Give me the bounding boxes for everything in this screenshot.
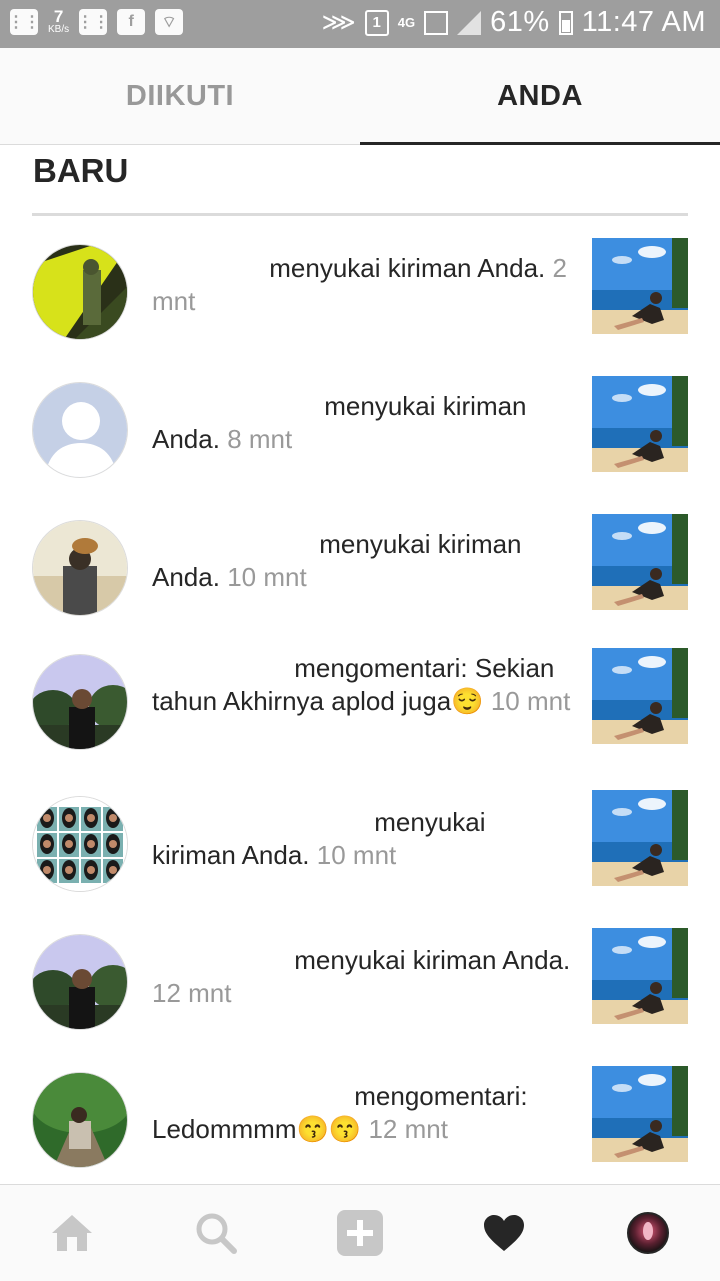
user-avatar[interactable] bbox=[32, 244, 128, 340]
tab-following[interactable]: DIIKUTI bbox=[0, 48, 360, 144]
network-speed: 7 KB/s bbox=[48, 8, 69, 35]
notification-message: menyukai kiriman Anda. bbox=[269, 253, 546, 283]
redacted-username[interactable] bbox=[152, 528, 312, 561]
notification-row[interactable]: menyukai kiriman Anda. 8 mnt bbox=[0, 376, 720, 514]
no-signal-icon bbox=[424, 10, 449, 35]
heart-icon bbox=[484, 1215, 524, 1251]
bottom-navigation bbox=[0, 1184, 720, 1281]
notification-text: mengomentari: Sekian tahun Akhirnya aplo… bbox=[152, 652, 572, 718]
redacted-username[interactable] bbox=[152, 806, 367, 839]
notification-time: 10 mnt bbox=[227, 562, 307, 592]
network-speed-value: 7 bbox=[53, 7, 64, 26]
user-avatar[interactable] bbox=[32, 1072, 128, 1168]
post-thumbnail[interactable] bbox=[592, 928, 688, 1024]
notification-text: menyukai kiriman Anda. 8 mnt bbox=[152, 390, 572, 456]
notification-row[interactable]: menyukai kiriman Anda. 10 mnt bbox=[0, 790, 720, 928]
nav-search[interactable] bbox=[144, 1185, 288, 1281]
notification-text: menyukai kiriman Anda. 10 mnt bbox=[152, 528, 572, 594]
post-thumbnail[interactable] bbox=[592, 514, 688, 610]
notification-time: 10 mnt bbox=[316, 840, 397, 870]
notification-text: menyukai kiriman Anda. 10 mnt bbox=[152, 806, 572, 872]
redacted-username[interactable] bbox=[152, 1080, 347, 1113]
home-icon bbox=[52, 1215, 92, 1251]
redacted-username[interactable] bbox=[152, 944, 287, 977]
notification-text: menyukai kiriman Anda. 2 mnt bbox=[152, 252, 572, 318]
facebook-icon: f bbox=[117, 8, 146, 35]
user-avatar[interactable] bbox=[32, 796, 128, 892]
notification-row[interactable]: menyukai kiriman Anda. 10 mnt bbox=[0, 514, 720, 652]
status-bar: ⋮⋮ 7 KB/s ⋮⋮ f ⌔ ⋙ 1 4G 61% 11:47 AM bbox=[0, 0, 720, 48]
nav-home[interactable] bbox=[0, 1185, 144, 1281]
redacted-username[interactable] bbox=[152, 652, 287, 685]
notification-text: menyukai kiriman Anda. 12 mnt bbox=[152, 944, 572, 1010]
redacted-username[interactable] bbox=[152, 390, 317, 423]
tab-you[interactable]: ANDA bbox=[360, 48, 720, 145]
redacted-username[interactable] bbox=[152, 252, 262, 285]
profile-avatar bbox=[627, 1212, 669, 1254]
nav-profile[interactable] bbox=[576, 1185, 720, 1281]
notification-time: 10 mnt bbox=[490, 686, 571, 716]
add-icon bbox=[337, 1210, 383, 1256]
nav-activity[interactable] bbox=[432, 1185, 576, 1281]
post-thumbnail[interactable] bbox=[592, 1066, 688, 1162]
post-thumbnail[interactable] bbox=[592, 790, 688, 886]
user-avatar[interactable] bbox=[32, 654, 128, 750]
wifi-notification-icon: ⌔ bbox=[155, 8, 184, 35]
nav-add[interactable] bbox=[288, 1185, 432, 1281]
post-thumbnail[interactable] bbox=[592, 238, 688, 334]
bbm-icon: ⋮⋮ bbox=[77, 8, 109, 35]
vibrate-icon: ⋙ bbox=[321, 9, 356, 36]
user-avatar[interactable] bbox=[32, 934, 128, 1030]
section-title: BARU bbox=[33, 152, 129, 189]
clock: 11:47 AM bbox=[581, 6, 706, 38]
notification-time: 12 mnt bbox=[152, 978, 232, 1008]
user-avatar[interactable] bbox=[32, 520, 128, 616]
notification-time: 12 mnt bbox=[368, 1114, 448, 1144]
battery-percent: 61% bbox=[490, 6, 550, 38]
post-thumbnail[interactable] bbox=[592, 376, 688, 472]
post-thumbnail[interactable] bbox=[592, 648, 688, 744]
notification-row[interactable]: menyukai kiriman Anda. 2 mnt bbox=[0, 238, 720, 376]
network-type-label: 4G bbox=[397, 15, 416, 30]
network-speed-unit: KB/s bbox=[48, 24, 70, 35]
notification-text: mengomentari: Ledommmm😙😙 12 mnt bbox=[152, 1080, 572, 1146]
signal-icon bbox=[457, 10, 482, 35]
sim-slot-icon: 1 bbox=[364, 9, 389, 36]
user-avatar[interactable] bbox=[32, 382, 128, 478]
notification-time: 8 mnt bbox=[227, 424, 293, 454]
tab-you-label: ANDA bbox=[497, 79, 583, 112]
search-icon bbox=[196, 1213, 237, 1254]
activity-tabs: DIIKUTI ANDA bbox=[0, 48, 720, 145]
notification-message: menyukai kiriman Anda. bbox=[294, 945, 571, 975]
section-divider bbox=[32, 213, 688, 216]
bbm-icon: ⋮⋮ bbox=[8, 8, 40, 35]
active-tab-indicator bbox=[360, 142, 720, 145]
notification-row[interactable]: mengomentari: Sekian tahun Akhirnya aplo… bbox=[0, 648, 720, 786]
battery-icon bbox=[558, 10, 573, 35]
notification-row[interactable]: menyukai kiriman Anda. 12 mnt bbox=[0, 928, 720, 1066]
